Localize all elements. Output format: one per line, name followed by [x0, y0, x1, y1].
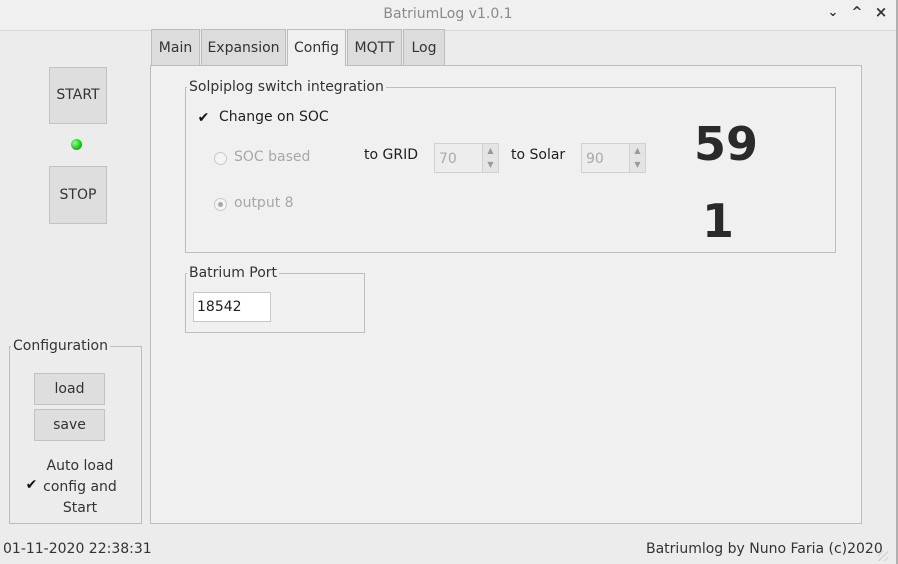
status-datetime: 01-11-2020 22:38:31	[3, 541, 152, 557]
status-credit: Batriumlog by Nuno Faria (c)2020	[646, 541, 883, 557]
stop-button[interactable]: STOP	[49, 166, 107, 224]
tab-main[interactable]: Main	[151, 29, 200, 65]
batrium-port-input[interactable]: 18542	[193, 292, 271, 322]
tab-config[interactable]: Config	[287, 29, 346, 66]
start-button[interactable]: START	[49, 67, 107, 124]
autoload-label: Auto load config and Start	[43, 458, 117, 516]
autoload-checkbox[interactable]: ✔	[25, 478, 38, 492]
tab-log[interactable]: Log	[403, 29, 445, 65]
to-grid-spinbox[interactable]: 70 ▲ ▼	[434, 143, 499, 173]
change-on-soc-label: Change on SOC	[219, 109, 329, 125]
maximize-icon[interactable]: ^	[850, 5, 864, 20]
spin-down-icon[interactable]: ▼	[483, 158, 498, 172]
to-solar-spinbox[interactable]: 90 ▲ ▼	[581, 143, 646, 173]
solpiplog-group-title: Solpiplog switch integration	[189, 79, 384, 95]
output-8-label: output 8	[234, 195, 294, 211]
change-on-soc-checkbox[interactable]: ✔	[197, 111, 210, 125]
app-window: BatriumLog v1.0.1 ⌄ ^ × START STOP Confi…	[0, 0, 898, 564]
soc-display: 59	[693, 117, 758, 171]
close-icon[interactable]: ×	[874, 3, 888, 21]
to-grid-label: to GRID	[364, 147, 418, 163]
soc-based-label: SOC based	[234, 149, 311, 165]
soc-based-radio[interactable]	[214, 152, 227, 165]
spin-down-icon[interactable]: ▼	[630, 158, 645, 172]
minimize-icon[interactable]: ⌄	[826, 5, 840, 20]
save-button[interactable]: save	[34, 409, 105, 441]
status-led-indicator	[71, 139, 82, 150]
batrium-port-group-title: Batrium Port	[189, 265, 278, 281]
tab-mqtt[interactable]: MQTT	[347, 29, 402, 65]
to-solar-value: 90	[586, 151, 604, 167]
to-grid-value: 70	[439, 151, 457, 167]
configuration-group-title: Configuration	[13, 338, 108, 354]
spin-up-icon[interactable]: ▲	[630, 144, 645, 158]
title-bar: BatriumLog v1.0.1 ⌄ ^ ×	[0, 0, 896, 31]
output-display: 1	[701, 194, 734, 248]
spin-up-icon[interactable]: ▲	[483, 144, 498, 158]
to-solar-label: to Solar	[511, 147, 566, 163]
tab-expansion[interactable]: Expansion	[201, 29, 286, 65]
window-title: BatriumLog v1.0.1	[383, 6, 513, 22]
resize-grip-icon[interactable]	[878, 551, 888, 561]
load-button[interactable]: load	[34, 373, 105, 405]
output-8-radio[interactable]	[214, 198, 227, 211]
